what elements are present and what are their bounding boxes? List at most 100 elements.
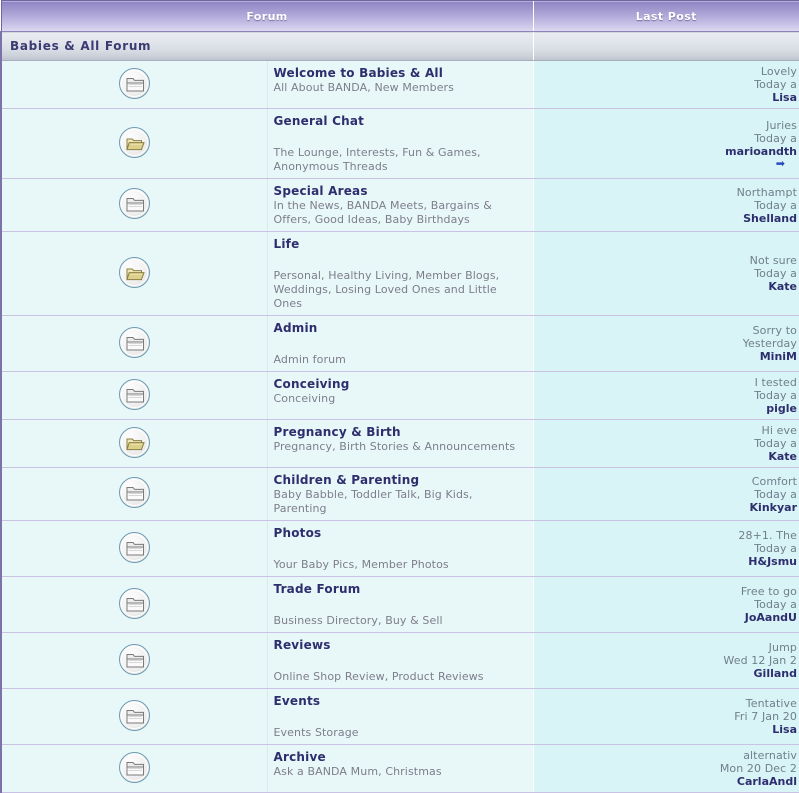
forum-title-link[interactable]: Photos [274, 526, 527, 540]
forum-row: General Chat The Lounge, Interests, Fun &… [0, 108, 799, 179]
last-post-date: Today a [754, 267, 797, 280]
forum-title-link[interactable]: Reviews [274, 638, 527, 652]
table-body: Babies & All Forum [0, 31, 799, 61]
last-post-cell: I tested Today a pigle [532, 371, 799, 420]
forum-info-cell: Life Personal, Healthy Living, Member Blo… [267, 231, 533, 316]
folder-closed-icon [118, 326, 150, 358]
last-post-author-link[interactable]: pigle [538, 402, 797, 415]
last-post-author-link[interactable]: Lisa [538, 723, 797, 736]
last-post-author-link[interactable]: Kinkyar [538, 501, 797, 514]
last-post-author-link[interactable]: Lisa [538, 91, 797, 104]
forum-description: All About BANDA, New Members [273, 81, 455, 94]
last-post-subject-link[interactable]: Hi eve [538, 424, 798, 437]
forum-description: Conceiving [273, 392, 336, 405]
last-post-subject-link[interactable]: alternativ [538, 749, 798, 762]
last-post-subject-link[interactable]: 28+1. The [538, 529, 798, 542]
folder-closed-icon [118, 531, 150, 563]
forum-status-icon-cell [0, 520, 268, 577]
forum-info-cell: Reviews Online Shop Review, Product Revie… [267, 632, 533, 689]
forum-title-link[interactable]: Trade Forum [274, 582, 527, 596]
last-post-subject-link[interactable]: Northampt [538, 186, 798, 199]
forum-description: Admin forum [273, 353, 346, 366]
last-post-author-link[interactable]: marioandth [538, 145, 797, 158]
last-post-subject-link[interactable]: Sorry to [538, 324, 798, 337]
forum-title-link[interactable]: Welcome to Babies & All [274, 66, 527, 80]
last-post-author-link[interactable]: MiniM [538, 350, 797, 363]
forum-status-icon-cell [0, 467, 268, 521]
forum-title-link[interactable]: Pregnancy & Birth [274, 425, 527, 439]
forum-description: The Lounge, Interests, Fun & Games, Anon… [273, 146, 481, 173]
last-post-author-link[interactable]: Kate [538, 450, 797, 463]
forum-title-link[interactable]: Events [274, 694, 527, 708]
forum-list-table: Forum Last Post Babies & All Forum Welco… [0, 0, 799, 793]
forum-row: Children & Parenting Baby Babble, Toddler… [0, 467, 799, 521]
last-post-subject-link[interactable]: Lovely [538, 65, 798, 78]
forum-description: Pregnancy, Birth Stories & Announcements [273, 440, 516, 453]
last-post-author-link[interactable]: Shelland [538, 212, 797, 225]
last-post-date: Wed 12 Jan 2 [723, 654, 797, 667]
last-post-subject-link[interactable]: Free to go [538, 585, 798, 598]
forum-status-icon-cell [0, 371, 268, 420]
forum-info-cell: Admin Admin forum [267, 315, 533, 372]
last-post-subject-link[interactable]: Not sure [538, 254, 798, 267]
forum-info-cell: Conceiving Conceiving [267, 371, 533, 420]
forum-title-link[interactable]: Admin [274, 321, 527, 335]
forum-title-link[interactable]: General Chat [274, 114, 527, 128]
last-post-cell: Hi eve Today a Kate [532, 419, 799, 468]
forum-info-cell: Special Areas In the News, BANDA Meets, B… [267, 178, 533, 232]
last-post-cell: Sorry to Yesterday MiniM [532, 315, 799, 372]
last-post-subject-link[interactable]: Tentative [538, 697, 798, 710]
forum-description: Ask a BANDA Mum, Christmas [273, 765, 442, 778]
forum-description: Personal, Healthy Living, Member Blogs, … [273, 269, 500, 310]
header-row: Forum Last Post [0, 0, 799, 32]
forum-info-cell: General Chat The Lounge, Interests, Fun &… [267, 108, 533, 179]
category-row: Babies & All Forum [0, 31, 799, 61]
folder-closed-icon [118, 699, 150, 731]
forum-info-cell: Events Events Storage [267, 688, 533, 745]
last-post-author-link[interactable]: Kate [538, 280, 797, 293]
last-post-cell: Not sure Today a Kate [532, 231, 799, 316]
last-post-author-link[interactable]: JoAandU [538, 611, 797, 624]
forum-description: In the News, BANDA Meets, Bargains & Off… [273, 199, 492, 226]
last-post-date: Today a [754, 131, 797, 145]
forum-title-link[interactable]: Children & Parenting [274, 473, 527, 487]
last-post-date: Today a [754, 542, 797, 555]
forum-row: Conceiving Conceiving I tested Today a pigle [0, 371, 799, 420]
last-post-date: Today a [754, 487, 797, 501]
last-post-cell: Tentative Fri 7 Jan 20 Lisa [532, 688, 799, 745]
forum-title-link[interactable]: Conceiving [274, 377, 527, 391]
forum-title-link[interactable]: Life [274, 237, 527, 251]
forum-row: Trade Forum Business Directory, Buy & Sel… [0, 576, 799, 633]
last-post-cell: Jump Wed 12 Jan 2 Gilland [532, 632, 799, 689]
last-post-cell: Juries Today a marioandth ➡ [532, 108, 799, 179]
last-post-author-link[interactable]: H&Jsmu [538, 555, 797, 568]
column-header-last-post[interactable]: Last Post [532, 0, 799, 32]
last-post-subject-link[interactable]: Juries [538, 119, 798, 132]
forum-row: Reviews Online Shop Review, Product Revie… [0, 632, 799, 689]
last-post-date: Today a [754, 198, 797, 212]
last-post-date: Yesterday [742, 337, 797, 350]
last-post-subject-link[interactable]: Jump [538, 641, 798, 654]
last-post-cell: Lovely Today a Lisa [532, 60, 799, 109]
last-post-subject-link[interactable]: I tested [538, 376, 798, 389]
forum-info-cell: Photos Your Baby Pics, Member Photos [267, 520, 533, 577]
forum-status-icon-cell [0, 688, 268, 745]
forum-row: Archive Ask a BANDA Mum, Christmas alterna… [0, 744, 799, 793]
last-post-author-link[interactable]: CarlaAndl [538, 775, 797, 788]
last-post-author-link[interactable]: Gilland [538, 667, 797, 680]
last-post-cell: Free to go Today a JoAandU [532, 576, 799, 633]
forum-status-icon-cell [0, 231, 268, 316]
forum-info-cell: Archive Ask a BANDA Mum, Christmas [267, 744, 533, 793]
last-post-cell: 28+1. The Today a H&Jsmu [532, 520, 799, 577]
column-header-forum[interactable]: Forum [0, 0, 533, 32]
forum-title-link[interactable]: Special Areas [274, 184, 527, 198]
category-title[interactable]: Babies & All Forum [0, 31, 533, 61]
last-post-subject-link[interactable]: Comfort [538, 475, 798, 488]
folder-open-icon [118, 126, 150, 158]
forum-row: Photos Your Baby Pics, Member Photos 28+1.… [0, 520, 799, 577]
goto-last-post-arrow-icon[interactable]: ➡ [538, 158, 798, 169]
last-post-date: Fri 7 Jan 20 [734, 710, 797, 723]
forum-status-icon-cell [0, 632, 268, 689]
forum-title-link[interactable]: Archive [274, 750, 527, 764]
last-post-cell: alternativ Mon 20 Dec 2 CarlaAndl [532, 744, 799, 793]
